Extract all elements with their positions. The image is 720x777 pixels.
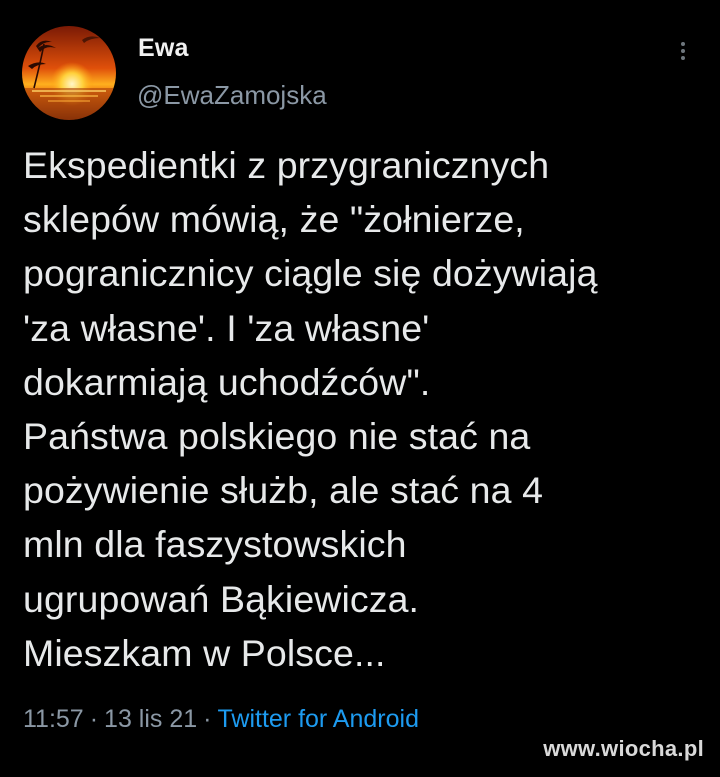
tweet-text-line: Mieszkam w Polsce... — [23, 631, 386, 674]
tweet-text-line: sklepów mówią, że "żołnierze, — [23, 198, 525, 241]
meta-separator: · — [203, 705, 212, 733]
tweet-meta: 11:57 · 13 lis 21 · Twitter for Android — [23, 705, 419, 734]
tweet: Ewa @EwaZamojska Ekspedientki z przygran… — [0, 0, 720, 777]
tweet-date[interactable]: 13 lis 21 — [104, 705, 197, 733]
tweet-text-line: pogranicznicy ciągle się dożywiają — [23, 252, 598, 295]
tweet-text-line: ugrupowań Bąkiewicza. — [23, 577, 420, 620]
meta-separator: · — [89, 705, 99, 733]
user-handle[interactable]: @EwaZamojska — [137, 80, 327, 111]
tweet-text-line: Ekspedientki z przygranicznych — [23, 144, 550, 186]
tweet-text-line: Państwa polskiego nie stać na — [23, 415, 531, 458]
tweet-text-line: dokarmiają uchodźców". — [23, 360, 431, 403]
sunset-palm-icon — [22, 26, 116, 120]
tweet-text-line: 'za własne'. I 'za własne' — [23, 306, 430, 349]
vertical-dots-icon[interactable] — [676, 38, 690, 68]
display-name[interactable]: Ewa — [138, 34, 189, 63]
avatar[interactable] — [22, 26, 116, 120]
tweet-source-link[interactable]: Twitter for Android — [218, 705, 419, 733]
watermark: www.wiocha.pl — [543, 736, 704, 761]
tweet-time[interactable]: 11:57 — [23, 705, 84, 733]
tweet-text-line: mln dla faszystowskich — [23, 523, 407, 566]
tweet-text-line: pożywienie służb, ale stać na 4 — [23, 469, 544, 512]
tweet-text: Ekspedientki z przygranicznych sklepów m… — [23, 138, 713, 680]
